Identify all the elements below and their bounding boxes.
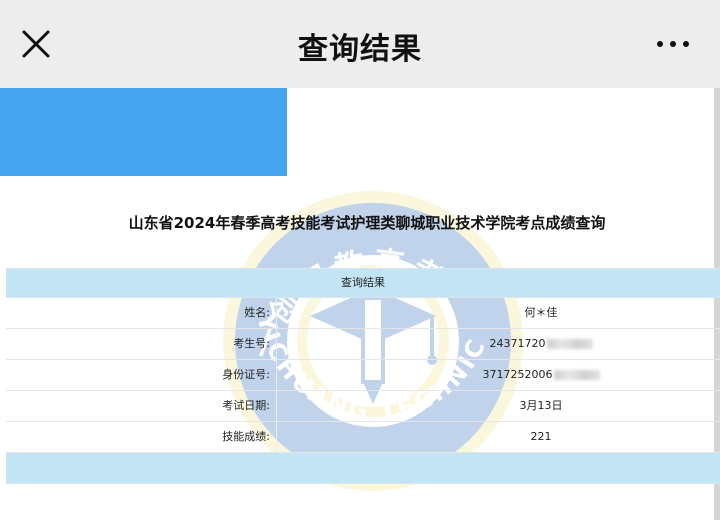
row-value: 221 <box>277 422 720 452</box>
name-value: 何＊佳 <box>524 306 558 319</box>
redaction-blur <box>546 339 593 349</box>
row-value: 3717252006 <box>277 360 720 390</box>
row-label: 考生号: <box>233 337 270 350</box>
more-icon[interactable] <box>654 34 694 54</box>
row-value: 24371720 <box>277 329 720 359</box>
table-footer <box>6 453 720 484</box>
table-row: 考试日期: 3月13日 <box>6 391 720 422</box>
row-label: 技能成绩: <box>222 430 270 443</box>
top-navbar: 查询结果 <box>0 0 720 88</box>
row-value: 何＊佳 <box>277 298 720 328</box>
row-label: 身份证号: <box>222 368 270 381</box>
row-label: 姓名: <box>244 306 270 319</box>
redaction-blur <box>553 370 600 380</box>
row-value: 3月13日 <box>277 391 720 421</box>
blue-banner <box>0 88 287 176</box>
row-label: 考试日期: <box>222 399 270 412</box>
table-row: 考生号: 24371720 <box>6 329 720 360</box>
table-row: 技能成绩: 221 <box>6 422 720 453</box>
query-title: 山东省2024年春季高考技能考试护理类聊城职业技术学院考点成绩查询 <box>128 214 606 232</box>
table-row: 身份证号: 3717252006 <box>6 360 720 391</box>
exam-date-value: 3月13日 <box>519 399 563 412</box>
id-number-value: 3717252006 <box>482 368 553 381</box>
page-title: 查询结果 <box>298 32 422 67</box>
result-table: 查询结果 姓名: 何＊佳 考生号: 24371720 身份证号: 3717252… <box>6 268 720 484</box>
table-header: 查询结果 <box>6 268 720 298</box>
skill-score-value: 221 <box>530 430 552 443</box>
exam-number-value: 24371720 <box>489 337 546 350</box>
table-row: 姓名: 何＊佳 <box>6 298 720 329</box>
